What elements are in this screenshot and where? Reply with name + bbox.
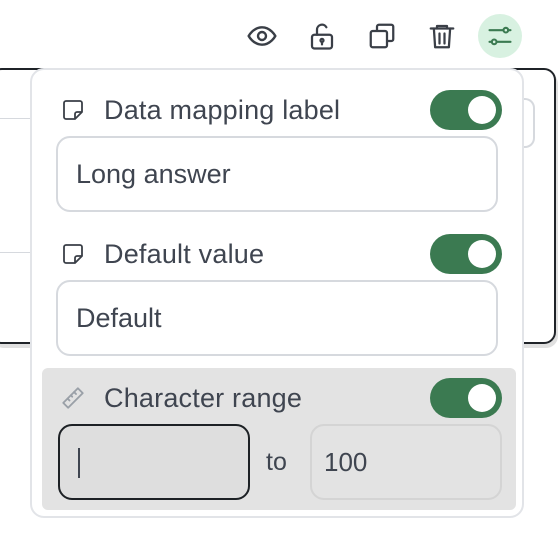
data-mapping-title: Data mapping label xyxy=(104,94,341,125)
default-value-toggle[interactable] xyxy=(430,234,502,274)
preview-button[interactable] xyxy=(240,14,284,58)
character-range-toggle[interactable] xyxy=(430,378,502,418)
app-root: Data mapping label Long answer Default v… xyxy=(0,0,558,542)
text-caret xyxy=(78,448,80,478)
eye-icon xyxy=(247,26,277,46)
default-value-title: Default value xyxy=(104,238,265,269)
character-range-title: Character range xyxy=(104,382,303,413)
data-mapping-header: Data mapping label xyxy=(60,90,502,130)
data-mapping-input[interactable]: Long answer xyxy=(56,136,498,212)
unlock-icon xyxy=(310,23,334,50)
toggle-knob xyxy=(468,240,496,268)
delete-button[interactable] xyxy=(420,14,464,58)
duplicate-button[interactable] xyxy=(360,14,404,58)
sliders-icon xyxy=(488,26,512,46)
toggle-knob xyxy=(468,96,496,124)
default-value-header: Default value xyxy=(60,234,502,274)
ruler-icon xyxy=(60,385,86,411)
data-mapping-toggle[interactable] xyxy=(430,90,502,130)
duplicate-icon xyxy=(369,23,395,49)
range-min-input[interactable] xyxy=(58,424,250,500)
sticky-note-icon xyxy=(60,97,86,123)
sticky-note-icon xyxy=(60,241,86,267)
settings-button[interactable] xyxy=(478,14,522,58)
toggle-knob xyxy=(468,384,496,412)
default-value-input[interactable]: Default xyxy=(56,280,498,356)
field-settings-popover: Data mapping label Long answer Default v… xyxy=(30,68,524,518)
lock-toggle-button[interactable] xyxy=(300,14,344,58)
range-max-input[interactable]: 100 xyxy=(310,424,502,500)
character-range-panel: Character range to 100 xyxy=(42,368,516,510)
trash-icon xyxy=(429,24,455,49)
character-range-header: Character range xyxy=(60,378,502,418)
range-separator: to xyxy=(266,448,287,476)
